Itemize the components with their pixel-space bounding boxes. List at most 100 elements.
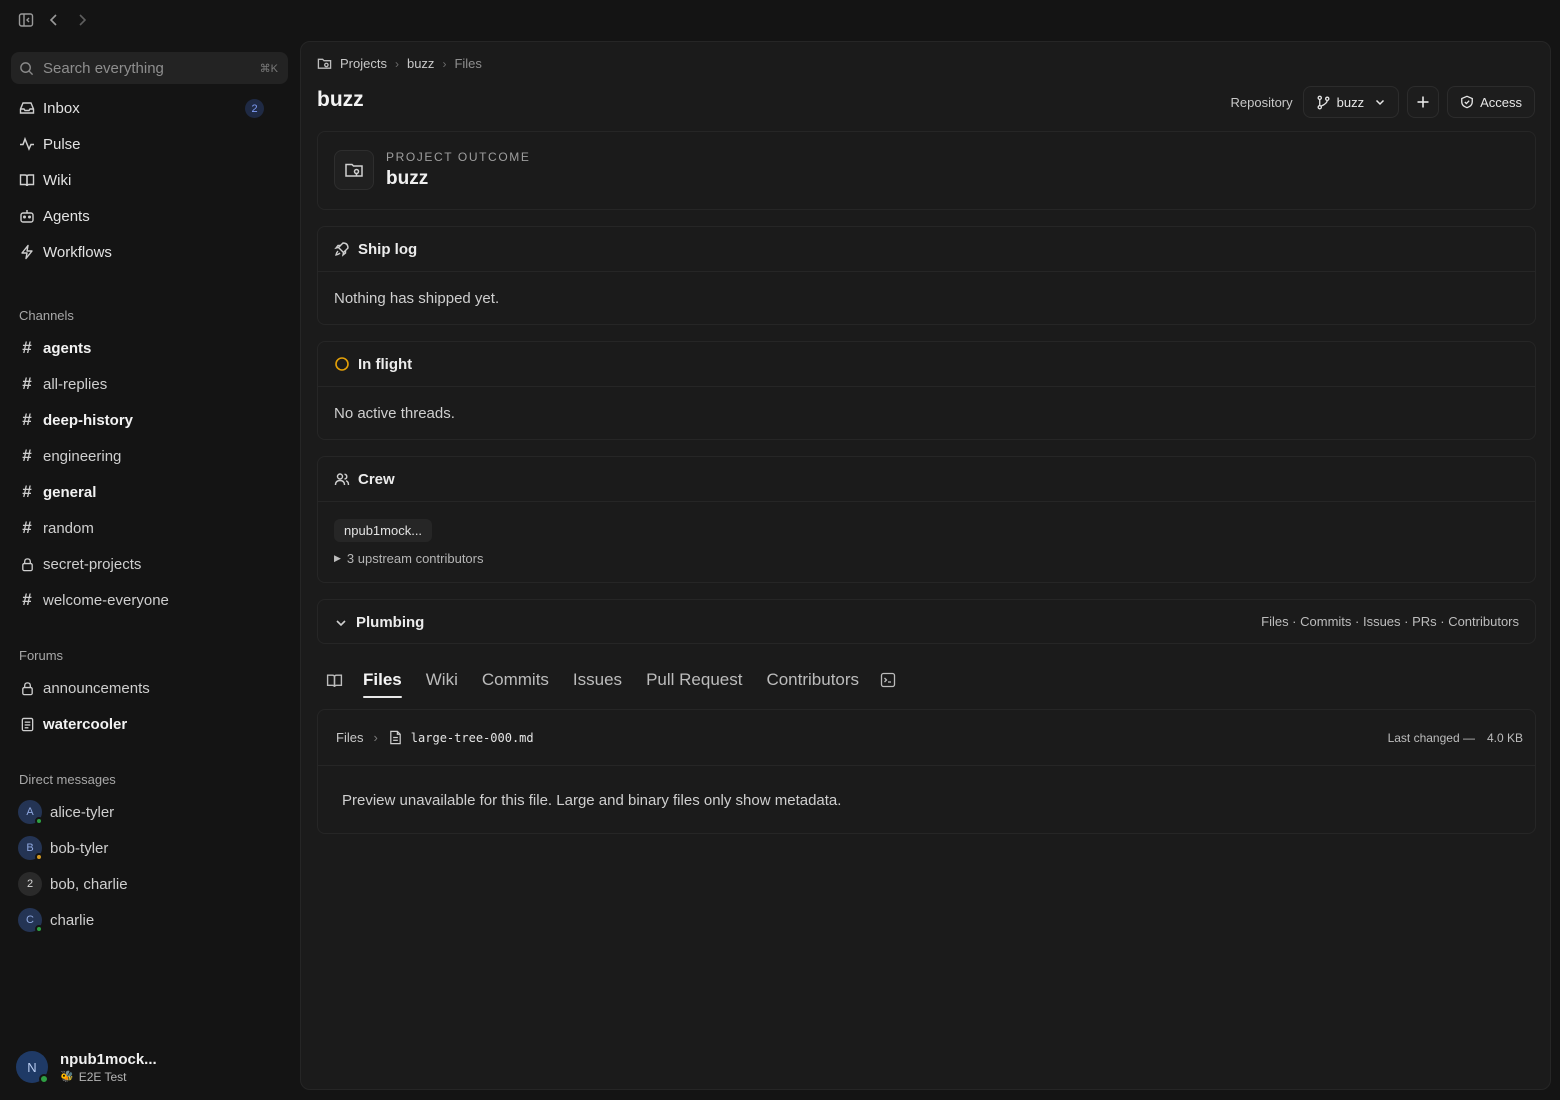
nav-label: Pulse [43,135,81,153]
search-icon [19,60,35,76]
channel-item-secret-projects[interactable]: secret-projects [11,548,288,580]
channel-label: welcome-everyone [43,591,169,609]
plus-icon [1416,95,1430,109]
forum-label: watercooler [43,715,128,733]
nav-item-inbox[interactable]: Inbox 2 [11,92,288,124]
tab-commits[interactable]: Commits [470,662,561,698]
forum-item-announcements[interactable]: announcements [11,672,288,704]
nav-label: Inbox [43,99,80,117]
book-icon [19,172,35,188]
chevron-right-icon: › [442,56,447,71]
back-icon[interactable] [46,12,62,28]
channel-item-agents[interactable]: # agents [11,332,288,364]
avatar-initial: A [26,806,34,818]
channel-item-general[interactable]: # general [11,476,288,508]
status-text: E2E Test [78,1069,127,1084]
add-button[interactable] [1407,86,1440,118]
nav-label: Wiki [43,171,72,189]
file-breadcrumb-root[interactable]: Files [336,730,363,745]
avatar: N [16,1051,49,1084]
rocket-icon [334,241,350,257]
tab-pull-request[interactable]: Pull Request [634,662,754,698]
channel-item-welcome-everyone[interactable]: # welcome-everyone [11,584,288,616]
avatar: A [18,800,43,825]
avatar: C [18,908,43,933]
channel-item-deep-history[interactable]: # deep-history [11,404,288,436]
book-icon[interactable] [317,662,351,698]
channel-label: general [43,483,97,501]
shield-check-icon [1460,95,1474,109]
file-last-changed: Last changed — [1387,730,1475,745]
tab-contributors[interactable]: Contributors [754,662,871,698]
main-panel: Projects › buzz › Files buzz Repository … [300,41,1551,1090]
access-button[interactable]: Access [1447,86,1535,118]
breadcrumb-project[interactable]: buzz [407,56,434,71]
window-toolbar [0,0,300,40]
access-label: Access [1480,94,1522,110]
hash-icon: # [22,590,32,609]
sidebar-toggle-icon[interactable] [18,12,34,28]
dm-label: charlie [50,911,95,929]
nav-item-pulse[interactable]: Pulse [11,128,288,160]
file-header: Files › large-tree-000.md Last changed —… [318,710,1535,766]
dm-item-charlie[interactable]: C charlie [11,904,288,936]
forward-icon[interactable] [74,12,90,28]
forums-section-label: Forums [19,648,64,663]
file-meta: Last changed — 4.0 KB [1388,731,1523,745]
dm-item-alice-tyler[interactable]: A alice-tyler [11,796,288,828]
hash-icon: # [22,410,32,429]
plumbing-card[interactable]: Plumbing Files · Commits · Issues · PRs … [317,599,1536,644]
dm-item-bob-tyler[interactable]: B bob-tyler [11,832,288,864]
plumbing-title: Plumbing [356,614,425,631]
repository-label: Repository [1230,94,1293,110]
avatar-initial: N [27,1059,37,1075]
nav-item-wiki[interactable]: Wiki [11,164,288,196]
channel-item-random[interactable]: # random [11,512,288,544]
in-flight-card: In flight No active threads. [317,341,1536,440]
breadcrumb-projects[interactable]: Projects [340,56,387,71]
channel-label: agents [43,339,92,357]
branch-select[interactable]: buzz [1302,86,1400,118]
channel-label: all-replies [43,375,108,393]
chevron-right-icon: › [373,730,378,745]
avatar-initial: B [26,842,34,854]
search-shortcut: ⌘K [259,62,278,75]
forum-label: announcements [43,679,150,697]
tab-files[interactable]: Files [351,662,414,698]
file-name: large-tree-000.md [410,730,534,745]
tab-issues[interactable]: Issues [561,662,634,698]
lock-icon [19,680,35,696]
channel-item-all-replies[interactable]: # all-replies [11,368,288,400]
nav-item-agents[interactable]: Agents [11,200,288,232]
group-avatar: 2 [18,872,42,896]
tab-wiki[interactable]: Wiki [414,662,470,698]
current-user[interactable]: N npub1mock... 🐝 E2E Test [16,1050,286,1084]
nav-item-workflows[interactable]: Workflows [11,236,288,268]
terminal-icon[interactable] [871,662,905,698]
dm-item-bob-charlie[interactable]: 2 bob, charlie [11,868,288,900]
outcome-name: buzz [386,168,429,189]
upstream-contributors-label: 3 upstream contributors [346,551,484,566]
bolt-icon [19,244,35,260]
nav-label: Agents [43,207,90,225]
channel-item-engineering[interactable]: # engineering [11,440,288,472]
in-flight-empty: No active threads. [334,405,455,422]
file-size: 4.0 KB [1486,730,1523,745]
forum-item-watercooler[interactable]: watercooler [11,708,288,740]
user-name: npub1mock... [60,1050,157,1068]
chevron-down-icon [334,616,348,630]
channel-label: secret-projects [43,555,142,573]
bot-icon [19,208,35,224]
file-preview-message: Preview unavailable for this file. Large… [342,792,842,809]
crew-member-chip[interactable]: npub1mock... [334,519,433,542]
chevron-down-icon [1374,96,1386,108]
branch-name: buzz [1336,94,1365,110]
dm-label: bob-tyler [50,839,109,857]
channels-section-label: Channels [19,308,74,323]
presence-dot [35,817,43,825]
chevron-right-icon: › [394,56,399,71]
pulse-icon [19,136,35,152]
upstream-contributors-toggle[interactable]: ▶ 3 upstream contributors [334,551,484,566]
avatar-initial: 2 [26,878,34,890]
search-input[interactable]: Search everything ⌘K [11,52,288,84]
